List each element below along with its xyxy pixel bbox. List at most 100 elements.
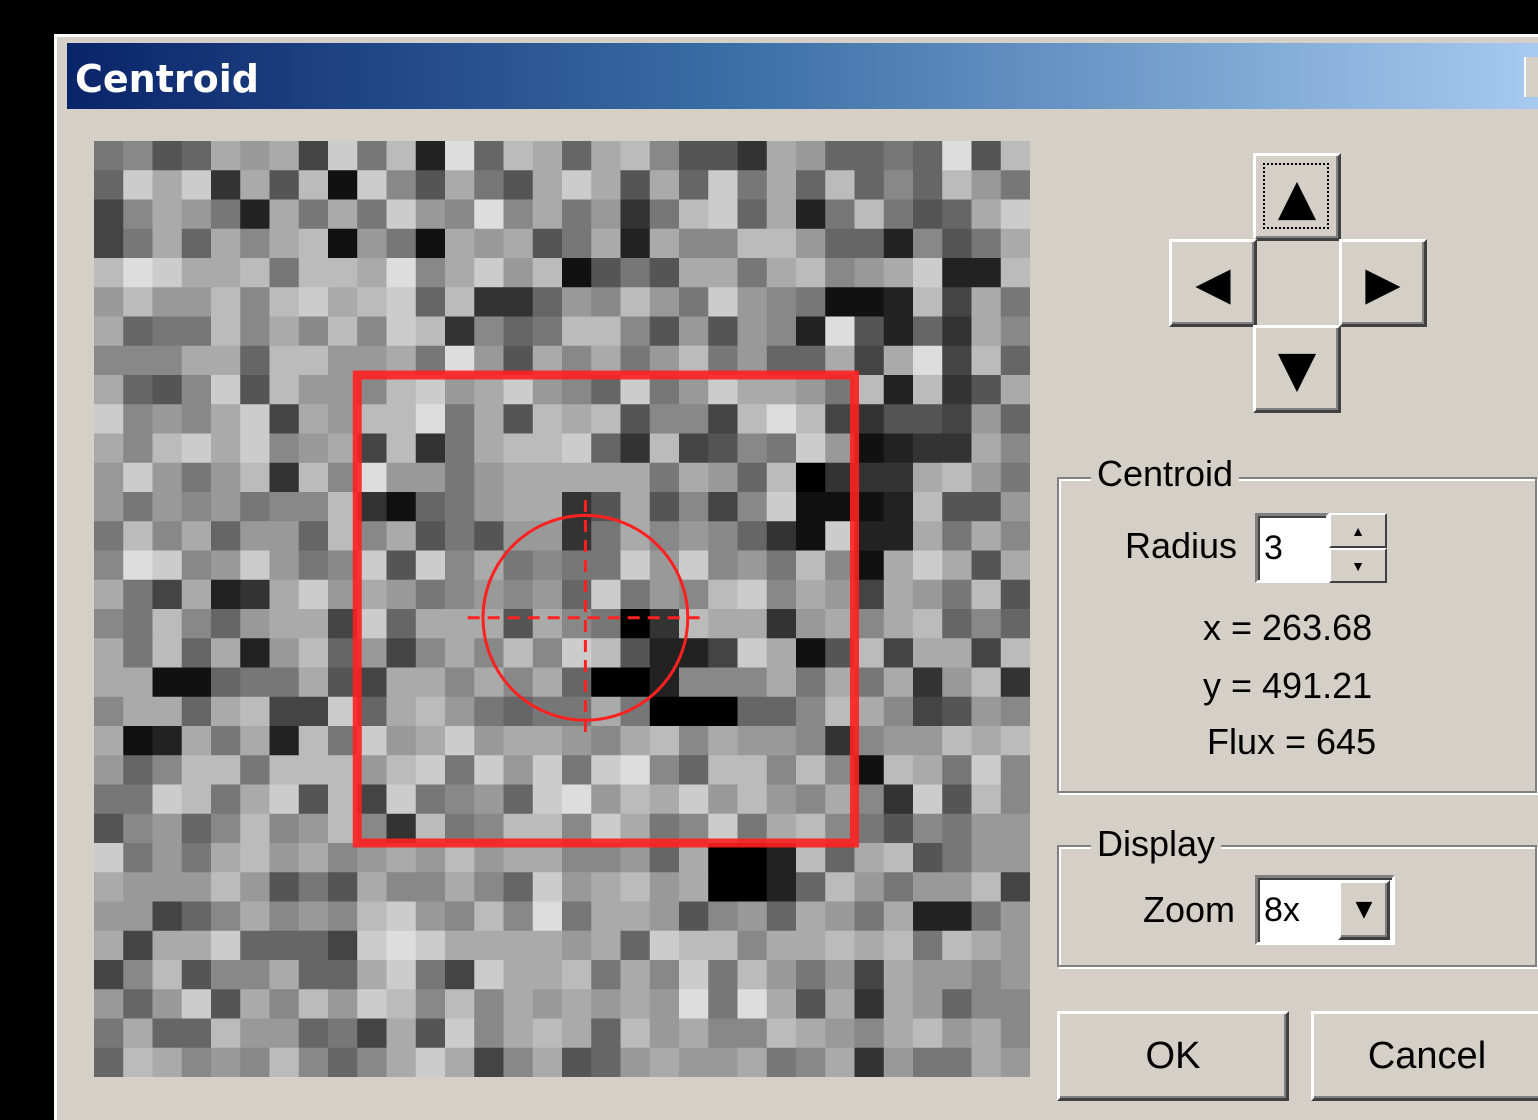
zoom-select[interactable]: 8x ▼ — [1255, 875, 1395, 945]
ok-button[interactable]: OK — [1057, 1011, 1289, 1101]
image-pixel — [445, 989, 475, 1020]
image-pixel — [796, 579, 826, 610]
image-pixel — [445, 316, 475, 347]
close-button[interactable] — [1524, 57, 1538, 97]
image-pixel — [445, 141, 475, 171]
image-pixel — [942, 609, 973, 639]
image-pixel — [708, 930, 739, 961]
image-pixel — [766, 550, 797, 581]
image-pixel — [883, 141, 914, 171]
nudge-right-button[interactable]: ▶ — [1339, 239, 1427, 327]
image-pixel — [415, 638, 446, 669]
nudge-left-button[interactable]: ◀ — [1169, 239, 1257, 327]
image-pixel — [708, 316, 739, 347]
image-pixel — [503, 667, 534, 698]
image-pixel — [94, 141, 124, 171]
image-pixel — [796, 755, 826, 786]
image-pixel — [298, 901, 329, 932]
image-pixel — [854, 1018, 885, 1049]
image-pixel — [942, 141, 973, 171]
image-pixel — [679, 726, 709, 756]
image-pixel — [474, 550, 505, 581]
image-pixel — [766, 404, 797, 435]
radius-spinner[interactable]: ▲ ▼ — [1329, 513, 1387, 583]
radius-input[interactable]: 3 — [1255, 513, 1329, 583]
nudge-up-button[interactable]: ▲ — [1253, 153, 1341, 241]
image-pixel — [532, 433, 563, 464]
image-pixel — [679, 141, 709, 171]
spin-down-button[interactable]: ▼ — [1329, 548, 1387, 583]
image-pixel — [298, 199, 329, 230]
image-pixel — [883, 579, 914, 610]
image-pixel — [766, 989, 797, 1020]
image-pixel — [1000, 462, 1030, 493]
image-pixel — [971, 726, 1002, 756]
image-pixel — [240, 141, 271, 171]
image-pixel — [386, 462, 417, 493]
image-pixel — [269, 1018, 300, 1049]
image-pixel — [679, 521, 709, 552]
image-pixel — [503, 462, 534, 493]
image-pixel — [298, 755, 329, 786]
image-pixel — [269, 170, 300, 201]
image-pixel — [737, 638, 768, 669]
image-pixel — [708, 404, 739, 435]
image-pixel — [591, 960, 622, 990]
image-pixel — [708, 462, 739, 493]
image-pixel — [913, 930, 943, 961]
spin-up-button[interactable]: ▲ — [1329, 513, 1387, 548]
image-pixel — [913, 258, 943, 288]
image-pixel — [152, 287, 183, 318]
image-pixel — [328, 872, 358, 903]
image-pixel — [181, 316, 212, 347]
image-pixel — [708, 228, 739, 259]
image-pixel — [562, 638, 592, 669]
image-pixel — [386, 989, 417, 1020]
nudge-down-button[interactable]: ▼ — [1253, 325, 1341, 413]
image-pixel — [1000, 1018, 1030, 1049]
image-pixel — [796, 228, 826, 259]
image-pixel — [211, 1047, 241, 1077]
down-triangle-icon: ▼ — [1277, 340, 1317, 398]
cancel-button[interactable]: Cancel — [1311, 1011, 1538, 1101]
image-pixel — [942, 550, 973, 581]
image-pixel — [591, 199, 622, 230]
image-pixel — [971, 843, 1002, 873]
image-pixel — [503, 141, 534, 171]
image-pixel — [152, 258, 183, 288]
title-bar[interactable]: Centroid — [67, 43, 1538, 109]
image-pixel — [913, 462, 943, 493]
image-pixel — [591, 228, 622, 259]
image-pixel — [152, 726, 183, 756]
pixel-grid[interactable] — [94, 141, 1030, 1077]
image-pixel — [152, 930, 183, 961]
image-pixel — [298, 170, 329, 201]
image-pixel — [708, 609, 739, 639]
image-pixel — [474, 462, 505, 493]
image-pixel — [737, 258, 768, 288]
image-pixel — [708, 638, 739, 669]
image-pixel — [971, 579, 1002, 610]
image-pixel — [766, 492, 797, 522]
image-pixel — [474, 872, 505, 903]
zoomed-image-view[interactable] — [94, 141, 1030, 1077]
image-pixel — [913, 287, 943, 318]
image-pixel — [913, 755, 943, 786]
image-pixel — [883, 784, 914, 815]
radius-label: Radius — [1125, 525, 1238, 566]
image-pixel — [708, 667, 739, 698]
image-pixel — [913, 901, 943, 932]
image-pixel — [474, 696, 505, 727]
image-pixel — [181, 1018, 212, 1049]
image-pixel — [1000, 199, 1030, 230]
image-pixel — [620, 141, 651, 171]
image-pixel — [269, 784, 300, 815]
image-pixel — [854, 228, 885, 259]
image-pixel — [971, 989, 1002, 1020]
image-pixel — [181, 258, 212, 288]
image-pixel — [211, 462, 241, 493]
zoom-dropdown-button[interactable]: ▼ — [1338, 880, 1390, 940]
image-pixel — [94, 521, 124, 552]
image-pixel — [562, 170, 592, 201]
image-pixel — [971, 462, 1002, 493]
